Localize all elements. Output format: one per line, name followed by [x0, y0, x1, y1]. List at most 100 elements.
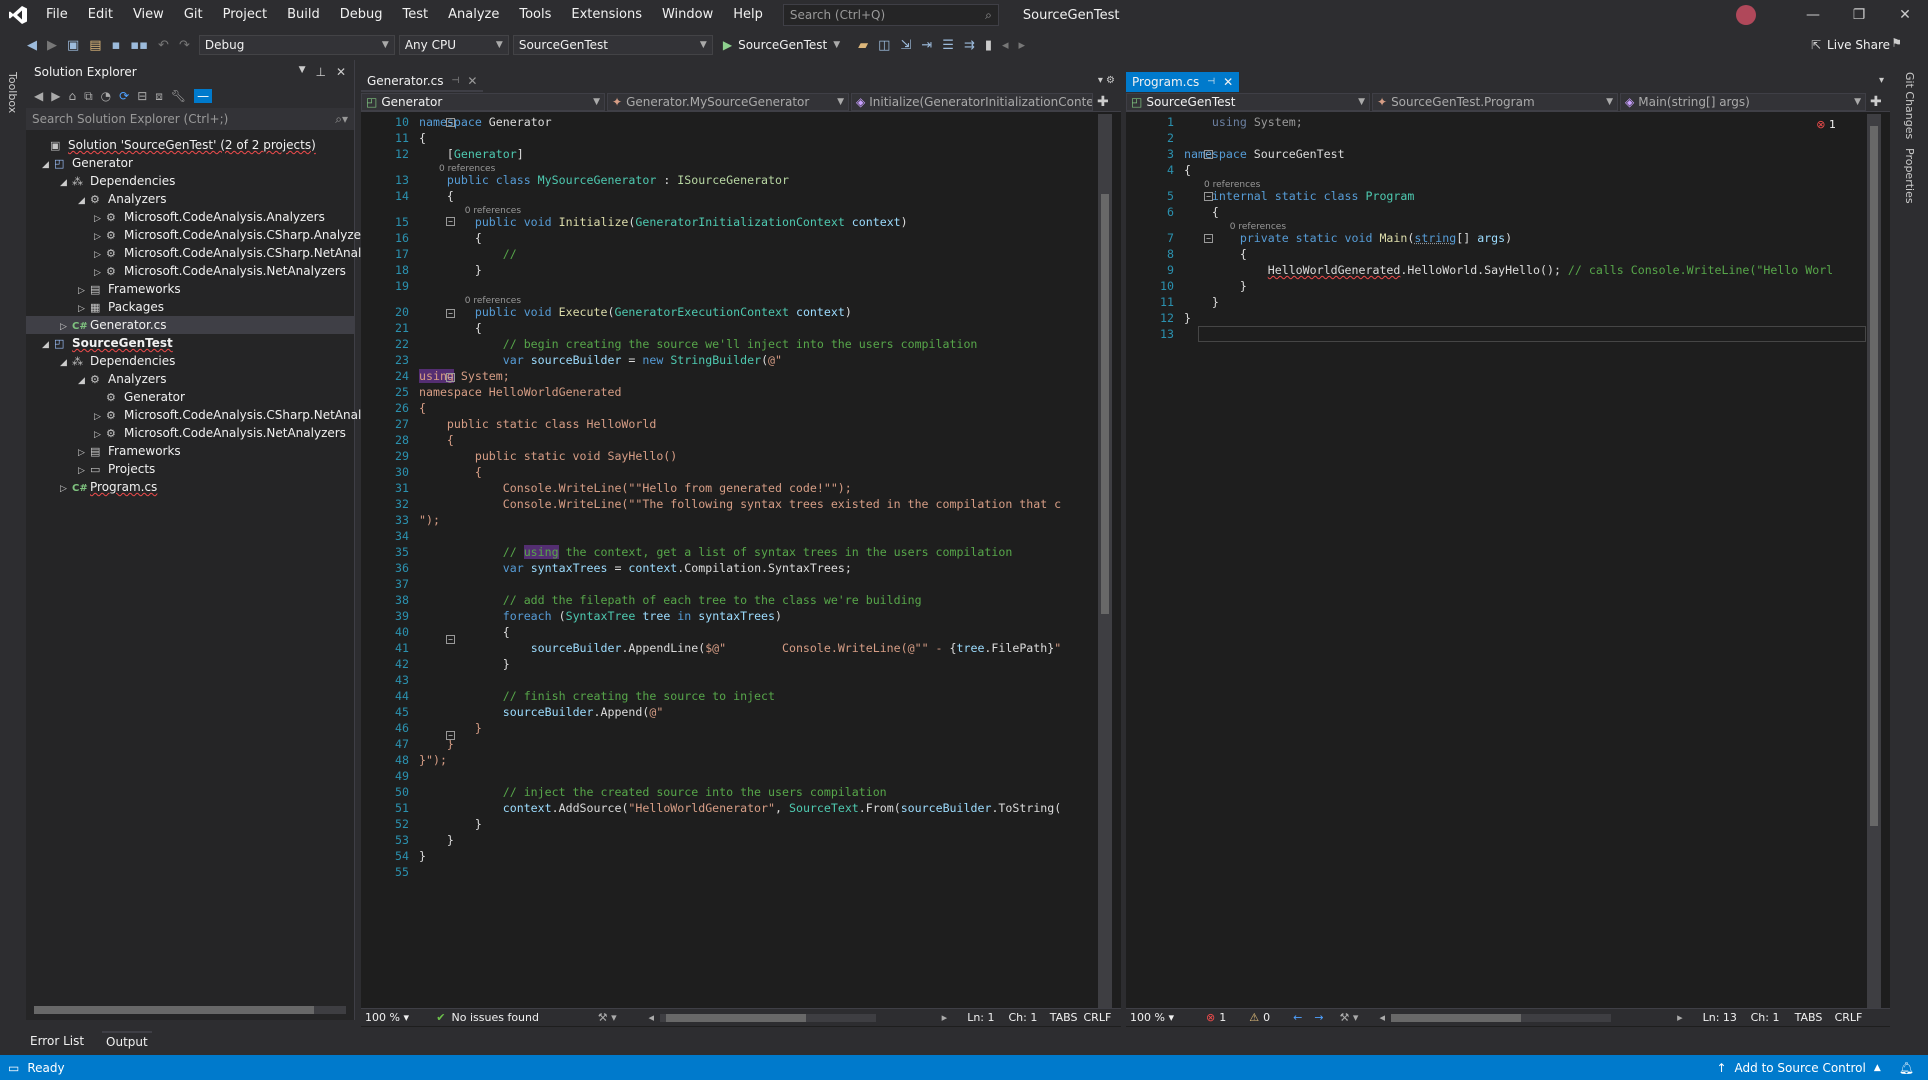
tree-item[interactable]: ▣ Solution 'SourceGenTest' (2 of 2 projec…: [26, 136, 354, 154]
pin-icon[interactable]: ⊥: [315, 65, 325, 79]
align-left-icon[interactable]: ☰: [942, 38, 954, 53]
properties-tab[interactable]: Properties: [1903, 148, 1916, 204]
menu-view[interactable]: View: [123, 0, 174, 30]
toolbox-tab[interactable]: Toolbox: [6, 72, 19, 113]
horizontal-scrollbar[interactable]: [659, 1013, 876, 1022]
line-endings[interactable]: CRLF: [1084, 1011, 1122, 1024]
scroll-left-icon[interactable]: ◂: [648, 1011, 654, 1024]
tab-program-cs[interactable]: Program.cs ⊣ ✕: [1126, 72, 1240, 92]
type-nav-dropdown[interactable]: ✦ Generator.MySourceGenerator ▼: [607, 92, 849, 111]
tree-item[interactable]: ▷ ⚙︎ Microsoft.CodeAnalysis.CSharp.NetAnal…: [26, 244, 393, 262]
cleanup-icon[interactable]: ⚒ ▾: [1340, 1011, 1380, 1024]
preview-icon[interactable]: —: [194, 89, 213, 103]
tree-item[interactable]: ◢ ◰ SourceGenTest: [26, 334, 354, 352]
start-debugging-button[interactable]: ▶ SourceGenTest ▼: [723, 38, 840, 52]
type-nav-dropdown[interactable]: ✦ SourceGenTest.Program ▼: [1372, 92, 1618, 111]
code-lens[interactable]: 0 references: [361, 204, 1097, 216]
menu-git[interactable]: Git: [174, 0, 213, 30]
collapse-icon[interactable]: −: [446, 118, 455, 127]
tab-error-list[interactable]: Error List: [26, 1032, 88, 1050]
collapse-icon[interactable]: −: [446, 309, 455, 318]
tree-item[interactable]: ◢ ⁂ Dependencies: [26, 172, 354, 190]
chevron-down-icon[interactable]: ▾: [1879, 75, 1884, 86]
zoom-dropdown[interactable]: 100 % ▾: [1126, 1011, 1206, 1024]
collapse-icon[interactable]: −: [1204, 150, 1213, 159]
error-count[interactable]: 1: [1219, 1011, 1249, 1024]
member-nav-dropdown[interactable]: ◈ Initialize(GeneratorInitializationConte…: [851, 92, 1093, 111]
forward-icon[interactable]: ▶: [51, 89, 60, 103]
scroll-right-icon[interactable]: ▸: [942, 1011, 948, 1024]
cleanup-icon[interactable]: ⚒ ▾: [598, 1011, 649, 1024]
startup-project-dropdown[interactable]: SourceGenTest ▼: [512, 35, 713, 55]
platform-dropdown[interactable]: Any CPU ▼: [398, 35, 509, 55]
tree-item[interactable]: ◢ ◰ Generator: [26, 154, 354, 172]
menu-window[interactable]: Window: [652, 0, 723, 30]
menu-tools[interactable]: Tools: [509, 0, 561, 30]
code-lens[interactable]: 0 references: [1126, 178, 1866, 190]
back-icon[interactable]: ◀: [34, 89, 43, 103]
scroll-right-icon[interactable]: ▸: [1677, 1011, 1683, 1024]
properties-icon[interactable]: 🔧︎: [171, 89, 186, 103]
menu-edit[interactable]: Edit: [78, 0, 123, 30]
tree-item[interactable]: ▷ ⚙︎ Microsoft.CodeAnalysis.Analyzers: [26, 208, 354, 226]
vertical-scrollbar[interactable]: [1098, 114, 1112, 1008]
next-bookmark-icon[interactable]: ▸: [1019, 38, 1026, 53]
solution-search-input[interactable]: Search Solution Explorer (Ctrl+;): [32, 112, 228, 126]
collapse-icon[interactable]: −: [1204, 234, 1213, 243]
code-lens[interactable]: 0 references: [361, 162, 1097, 174]
indent-icon[interactable]: ⇉: [964, 38, 975, 53]
configuration-dropdown[interactable]: Debug ▼: [198, 35, 395, 55]
show-all-files-icon[interactable]: ⧈: [155, 89, 163, 104]
scroll-left-icon[interactable]: ◂: [1380, 1011, 1386, 1024]
close-tab-icon[interactable]: ✕: [1223, 75, 1233, 89]
notifications-icon[interactable]: 🔔︎: [1899, 1061, 1914, 1075]
project-nav-dropdown[interactable]: ◰ SourceGenTest ▼: [1126, 92, 1370, 111]
next-issue-icon[interactable]: →: [1314, 1011, 1323, 1024]
bookmark-icon[interactable]: ▮: [985, 38, 992, 53]
menu-project[interactable]: Project: [213, 0, 277, 30]
search-box[interactable]: Search (Ctrl+Q) ⌕: [782, 4, 999, 26]
open-file-icon[interactable]: ▤: [89, 38, 101, 53]
menu-build[interactable]: Build: [277, 0, 330, 30]
menu-help[interactable]: Help: [723, 0, 773, 30]
tree-item[interactable]: ⚙︎ Generator: [26, 388, 354, 406]
forward-icon[interactable]: ▶: [47, 38, 57, 53]
split-icon[interactable]: ✚: [1870, 94, 1882, 110]
tree-item[interactable]: ◢ ⁂ Dependencies: [26, 352, 354, 370]
indent-mode[interactable]: TABS: [1795, 1011, 1835, 1024]
error-marker[interactable]: ⊗ 1: [1816, 118, 1836, 131]
git-changes-tab[interactable]: Git Changes: [1903, 72, 1916, 139]
member-nav-dropdown[interactable]: ◈ Main(string[] args) ▼: [1620, 92, 1866, 111]
menu-extensions[interactable]: Extensions: [561, 0, 652, 30]
feedback-icon[interactable]: ⚑: [1891, 36, 1902, 50]
split-icon[interactable]: ✚: [1097, 94, 1109, 110]
menu-file[interactable]: File: [36, 0, 78, 30]
tree-item[interactable]: ▷ C# Generator.cs: [26, 316, 354, 334]
undo-icon[interactable]: ↶: [158, 38, 169, 53]
tab-generator-cs[interactable]: Generator.cs ⊣ ✕: [361, 72, 484, 92]
tree-item[interactable]: ▷ ⚙︎ Microsoft.CodeAnalysis.CSharp.Analyze…: [26, 226, 372, 244]
issues-indicator[interactable]: No issues found: [452, 1011, 598, 1024]
menu-test[interactable]: Test: [393, 0, 439, 30]
account-avatar[interactable]: [1736, 5, 1756, 25]
chevron-down-icon[interactable]: ▼: [299, 65, 306, 79]
minimize-icon[interactable]: —: [1790, 7, 1836, 23]
warning-count[interactable]: 0: [1263, 1011, 1293, 1024]
collapse-icon[interactable]: −: [446, 373, 455, 382]
zoom-dropdown[interactable]: 100 % ▾: [361, 1011, 436, 1024]
save-all-icon[interactable]: ▪▪: [130, 38, 148, 53]
sync-icon[interactable]: ⟳: [119, 89, 129, 103]
settings-icon[interactable]: ▾ ⚙: [1098, 75, 1115, 86]
project-nav-dropdown[interactable]: ◰ Generator ▼: [361, 92, 605, 111]
browser-icon[interactable]: ◫: [878, 38, 890, 53]
tree-item[interactable]: ▷ ▭ Projects: [26, 460, 354, 478]
horizontal-scrollbar[interactable]: [1391, 1013, 1612, 1022]
live-share-button[interactable]: ⇱ Live Share: [1811, 38, 1890, 52]
collapse-icon[interactable]: −: [446, 217, 455, 226]
close-tab-icon[interactable]: ✕: [467, 74, 477, 88]
collapse-icon[interactable]: −: [1204, 192, 1213, 201]
tree-item[interactable]: ▷ ▦ Packages: [26, 298, 354, 316]
tab-output[interactable]: Output: [102, 1031, 152, 1051]
save-icon[interactable]: ▪: [112, 38, 121, 53]
pending-changes-icon[interactable]: ◔: [101, 89, 111, 103]
